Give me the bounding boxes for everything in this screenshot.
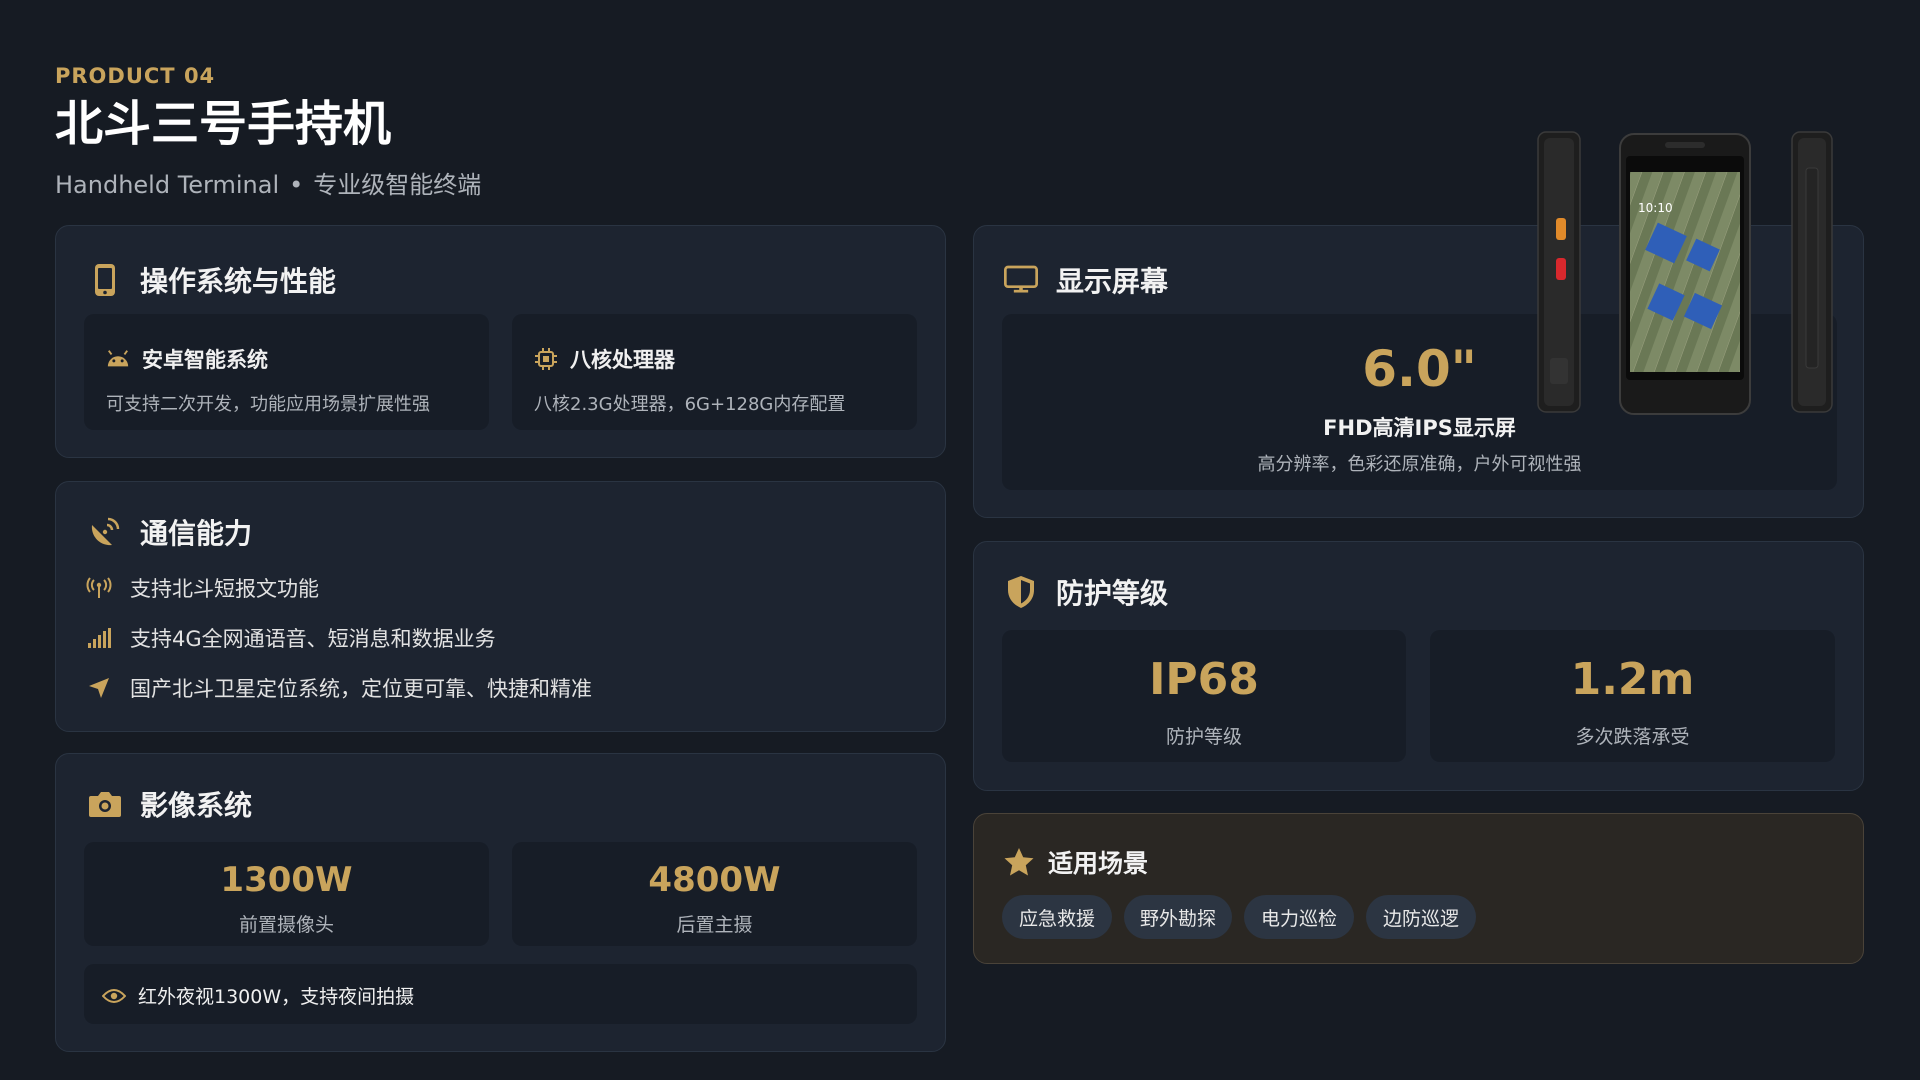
scenario-tag: 电力巡检 — [1244, 895, 1354, 939]
stat-label: 前置摄像头 — [238, 914, 334, 936]
phone-front: 10:10 — [1619, 133, 1751, 415]
comm-card-title: 通信能力 — [88, 512, 252, 552]
phone-product-image: 10:10 — [1530, 128, 1840, 418]
os-item-desc: 可支持二次开发，功能应用场景扩展性强 — [106, 394, 430, 415]
scenario-tag: 野外勘探 — [1124, 895, 1232, 939]
cpu-icon — [534, 347, 558, 371]
os-item-title: 安卓智能系统 — [142, 348, 268, 372]
subtitle-separator: • — [289, 170, 304, 199]
scenario-card: 适用场景 — [973, 813, 1864, 964]
front-camera-stat: 1300W 前置摄像头 — [84, 842, 489, 946]
page-subtitle: Handheld Terminal • 专业级智能终端 — [55, 165, 481, 200]
drop-test-stat: 1.2m 多次跌落承受 — [1430, 630, 1835, 762]
scenario-tag: 应急救援 — [1002, 895, 1112, 939]
page-header: PRODUCT 04 北斗三号手持机 Handheld Terminal • 专业级… — [55, 64, 481, 200]
display-card-title: 显示屏幕 — [1004, 260, 1168, 300]
satellite-dish-icon — [88, 515, 122, 549]
monitor-icon — [1004, 263, 1038, 297]
scenario-tag: 边防巡逻 — [1366, 895, 1476, 939]
camera-icon — [88, 787, 122, 821]
ip-rating-stat: IP68 防护等级 — [1002, 630, 1406, 762]
display-desc: 高分辨率，色彩还原准确，户外可视性强 — [1257, 454, 1582, 475]
stat-label: 多次跌落承受 — [1575, 726, 1690, 748]
rear-camera-stat: 4800W 后置主摄 — [512, 842, 917, 946]
antenna-icon — [86, 575, 112, 601]
os-item-title: 八核处理器 — [570, 348, 675, 372]
protection-card-title: 防护等级 — [1004, 572, 1168, 612]
android-icon — [106, 347, 130, 371]
subtitle-en: Handheld Terminal — [55, 170, 280, 199]
phone-side-right — [1791, 131, 1833, 413]
stat-value: IP68 — [1149, 654, 1259, 705]
signal-icon — [86, 625, 112, 651]
comm-feature: 国产北斗卫星定位系统，定位更可靠、快捷和精准 — [86, 673, 592, 703]
phone-side-left — [1537, 131, 1581, 413]
camera-card: 影像系统 1300W 前置摄像头 4800W 后置主摄 红外夜视1300W，支持… — [55, 753, 946, 1052]
night-vision-row: 红外夜视1300W，支持夜间拍摄 — [84, 964, 917, 1024]
phone-icon — [88, 263, 122, 297]
stat-value: 1.2m — [1570, 654, 1695, 705]
camera-card-title: 影像系统 — [88, 784, 252, 824]
os-item-cpu: 八核处理器 八核2.3G处理器，6G+128G内存配置 — [512, 314, 917, 430]
star-icon — [1002, 845, 1036, 879]
stat-value: 1300W — [220, 860, 353, 900]
shield-icon — [1004, 575, 1038, 609]
scenario-card-title: 适用场景 — [1002, 844, 1148, 880]
phone-screen-time: 10:10 — [1638, 201, 1673, 215]
comm-feature: 支持4G全网通语音、短消息和数据业务 — [86, 623, 496, 653]
os-performance-card: 操作系统与性能 安卓智能系统 可支持二次开发，功能应用场景扩展性强 八核处理器 … — [55, 225, 946, 458]
os-item-android: 安卓智能系统 可支持二次开发，功能应用场景扩展性强 — [84, 314, 489, 430]
product-kicker: PRODUCT 04 — [55, 64, 216, 88]
comm-feature: 支持北斗短报文功能 — [86, 573, 319, 603]
subtitle-cn: 专业级智能终端 — [313, 170, 482, 199]
eye-icon — [102, 984, 126, 1008]
stat-label: 后置主摄 — [676, 914, 753, 936]
stat-value: 4800W — [648, 860, 781, 900]
os-card-title: 操作系统与性能 — [88, 260, 336, 300]
location-arrow-icon — [86, 675, 112, 701]
page-title: 北斗三号手持机 — [55, 96, 392, 152]
protection-card: 防护等级 IP68 防护等级 1.2m 多次跌落承受 — [973, 541, 1864, 791]
communication-card: 通信能力 支持北斗短报文功能 支持4G全网通语音、短消息和数据业务 国产北斗卫星… — [55, 481, 946, 732]
stat-label: 防护等级 — [1165, 726, 1242, 748]
os-item-desc: 八核2.3G处理器，6G+128G内存配置 — [534, 394, 846, 415]
